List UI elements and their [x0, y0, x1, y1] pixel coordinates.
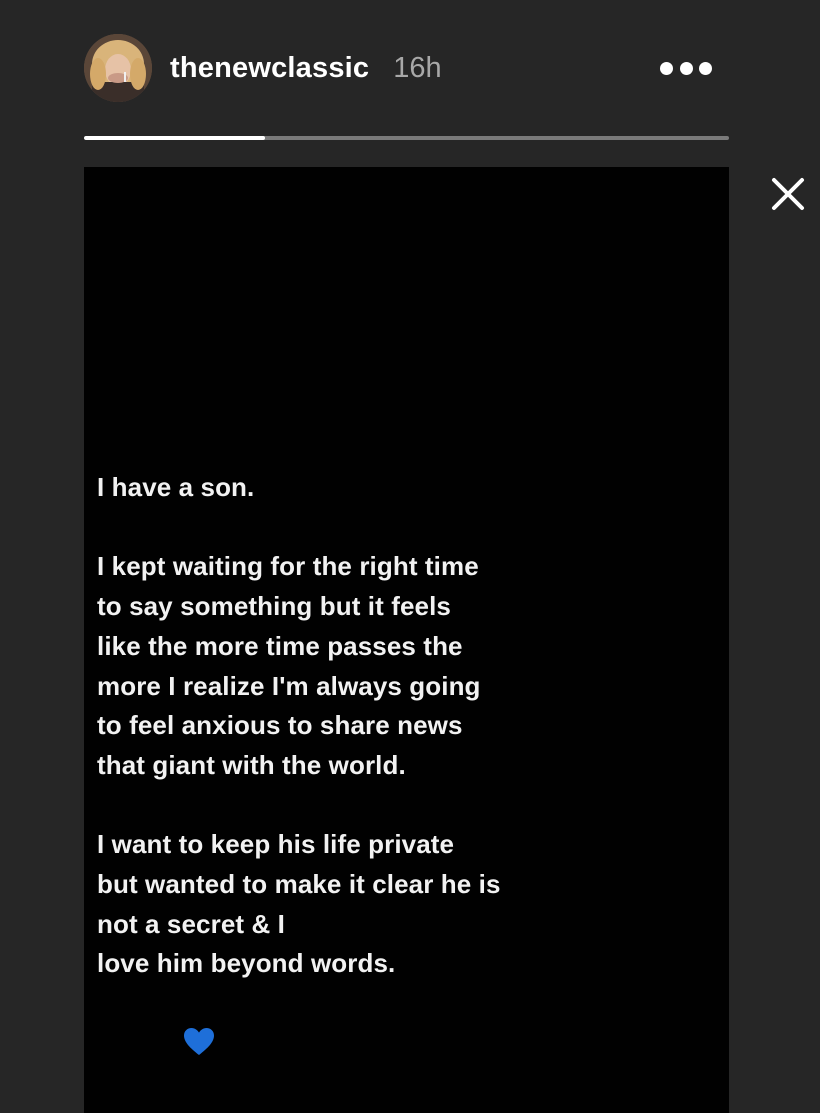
blue-heart-icon — [184, 1028, 214, 1055]
more-dot — [699, 61, 712, 75]
story-line: but wanted to make it clear he is — [97, 869, 501, 899]
story-progress-bar — [84, 136, 729, 140]
story-line: that giant with the world. — [97, 749, 406, 780]
story-paragraph: I want to keep his life private but want… — [97, 825, 597, 984]
more-dot — [660, 61, 673, 75]
story-paragraph: I have a son. — [97, 468, 597, 508]
avatar[interactable] — [84, 34, 152, 102]
story-paragraph: I kept waiting for the right time to say… — [97, 547, 597, 785]
more-dot — [679, 61, 693, 75]
story-line: not a secret & I — [97, 908, 285, 939]
story-header: thenewclassic 16h — [84, 34, 442, 102]
close-icon[interactable] — [766, 172, 810, 216]
story-progress-fill — [84, 136, 265, 140]
avatar-image — [84, 34, 152, 102]
story-line: I kept waiting for the right time — [97, 551, 479, 582]
story-line: I have a son. — [97, 472, 255, 502]
story-line: to feel anxious to share news — [97, 710, 463, 741]
story-line: I want to keep his life private — [97, 829, 455, 860]
story-message: I have a son. I kept waiting for the rig… — [97, 468, 597, 1024]
more-options-icon[interactable] — [660, 54, 712, 82]
story-line: love him beyond words. — [97, 948, 396, 979]
story-timestamp: 16h — [393, 51, 442, 84]
story-line: like the more time passes the — [97, 630, 463, 661]
story-line: more I realize I'm always going — [97, 670, 481, 701]
story-line: to say something but it feels — [97, 591, 451, 622]
username[interactable]: thenewclassic — [170, 52, 369, 85]
story-viewer: thenewclassic 16h I have a son. I kept w… — [0, 0, 820, 1113]
